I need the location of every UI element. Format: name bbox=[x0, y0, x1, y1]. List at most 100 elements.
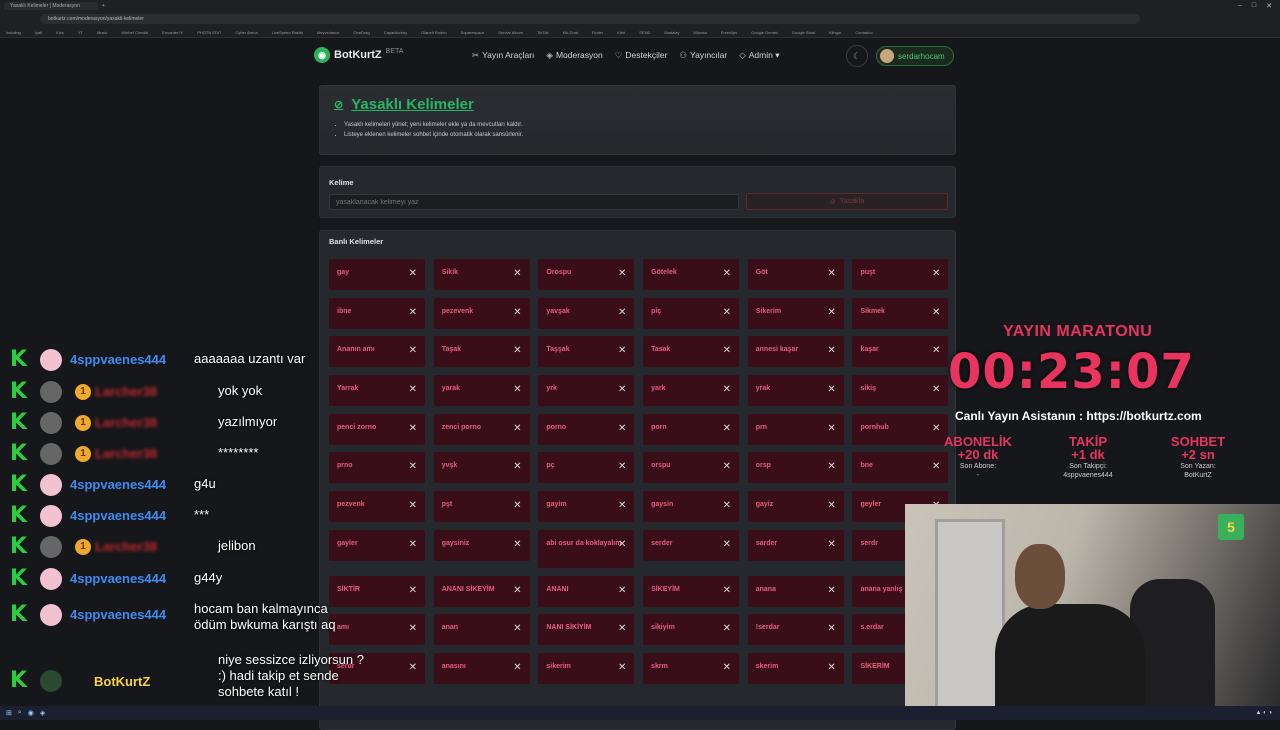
maximize-icon[interactable]: □ bbox=[1252, 2, 1256, 10]
remove-icon[interactable]: ✕ bbox=[513, 585, 521, 596]
remove-icon[interactable]: ✕ bbox=[618, 500, 626, 511]
remove-icon[interactable]: ✕ bbox=[723, 423, 731, 434]
remove-icon[interactable]: ✕ bbox=[409, 585, 417, 596]
bookmark-item[interactable]: OneDrag bbox=[354, 30, 370, 35]
bookmark-item[interactable]: Squarespace bbox=[461, 30, 485, 35]
bookmark-item[interactable]: Contadoo bbox=[855, 30, 872, 35]
new-tab-icon[interactable]: + bbox=[102, 3, 105, 9]
remove-icon[interactable]: ✕ bbox=[723, 623, 731, 634]
word-input[interactable] bbox=[329, 194, 739, 210]
remove-icon[interactable]: ✕ bbox=[513, 345, 521, 356]
url-text[interactable]: botkurtz.com/moderasyon/yasakli-kelimele… bbox=[40, 14, 1140, 24]
remove-icon[interactable]: ✕ bbox=[618, 268, 626, 279]
bookmark-item[interactable]: Flutter bbox=[592, 30, 603, 35]
remove-icon[interactable]: ✕ bbox=[932, 345, 940, 356]
bookmark-item[interactable]: YT bbox=[78, 30, 83, 35]
remove-icon[interactable]: ✕ bbox=[723, 268, 731, 279]
theme-toggle-icon[interactable]: ☾ bbox=[846, 45, 868, 67]
remove-icon[interactable]: ✕ bbox=[827, 307, 835, 318]
app-icon[interactable]: ◉ bbox=[28, 709, 34, 717]
bookmark-item[interactable]: PHOTN EDIT bbox=[197, 30, 221, 35]
remove-icon[interactable]: ✕ bbox=[827, 461, 835, 472]
remove-icon[interactable]: ✕ bbox=[723, 662, 731, 673]
remove-icon[interactable]: ✕ bbox=[827, 384, 835, 395]
bookmark-item[interactable]: Meyvedance bbox=[317, 30, 340, 35]
minimize-icon[interactable]: – bbox=[1238, 2, 1242, 10]
nav-item[interactable]: ◈ Moderasyon bbox=[546, 50, 602, 61]
remove-icon[interactable]: ✕ bbox=[723, 307, 731, 318]
remove-icon[interactable]: ✕ bbox=[618, 623, 626, 634]
bookmark-item[interactable]: Klingor bbox=[829, 30, 841, 35]
browser-tab[interactable]: Yasaklı Kelimeler | Moderasyon bbox=[4, 2, 98, 10]
close-icon[interactable]: ✕ bbox=[1266, 2, 1272, 10]
bookmark-item[interactable]: Freeclips bbox=[721, 30, 737, 35]
remove-icon[interactable]: ✕ bbox=[513, 268, 521, 279]
user-menu[interactable]: serdarhocam bbox=[876, 46, 954, 66]
app-icon[interactable]: ◈ bbox=[40, 709, 45, 717]
remove-icon[interactable]: ✕ bbox=[409, 307, 417, 318]
remove-icon[interactable]: ✕ bbox=[723, 539, 731, 550]
search-icon[interactable]: ⌕ bbox=[18, 709, 22, 717]
bookmark-item[interactable]: Capacitorkey bbox=[384, 30, 407, 35]
bookmark-item[interactable]: Kirbi bbox=[617, 30, 625, 35]
remove-icon[interactable]: ✕ bbox=[827, 423, 835, 434]
remove-icon[interactable]: ✕ bbox=[618, 384, 626, 395]
bookmark-item[interactable]: Envanter IY bbox=[162, 30, 183, 35]
nav-item[interactable]: ◇ Admin ▾ bbox=[739, 50, 779, 61]
remove-icon[interactable]: ✕ bbox=[723, 345, 731, 356]
bookmark-item[interactable]: Music bbox=[97, 30, 107, 35]
remove-icon[interactable]: ✕ bbox=[513, 461, 521, 472]
bookmark-item[interactable]: Google Slaat bbox=[792, 30, 815, 35]
remove-icon[interactable]: ✕ bbox=[409, 662, 417, 673]
remove-icon[interactable]: ✕ bbox=[827, 539, 835, 550]
remove-icon[interactable]: ✕ bbox=[513, 423, 521, 434]
remove-icon[interactable]: ✕ bbox=[827, 585, 835, 596]
remove-icon[interactable]: ✕ bbox=[513, 500, 521, 511]
remove-icon[interactable]: ✕ bbox=[827, 500, 835, 511]
bookmark-item[interactable]: Winbef Checkti bbox=[121, 30, 148, 35]
remove-icon[interactable]: ✕ bbox=[827, 268, 835, 279]
bookmark-item[interactable]: SEND bbox=[639, 30, 650, 35]
remove-icon[interactable]: ✕ bbox=[618, 345, 626, 356]
remove-icon[interactable]: ✕ bbox=[409, 423, 417, 434]
bookmark-item[interactable]: Instaling bbox=[6, 30, 21, 35]
remove-icon[interactable]: ✕ bbox=[723, 461, 731, 472]
bookmark-item[interactable]: LiveSpeed Rakibi bbox=[272, 30, 303, 35]
remove-icon[interactable]: ✕ bbox=[618, 307, 626, 318]
remove-icon[interactable]: ✕ bbox=[409, 461, 417, 472]
nav-item[interactable]: ✂ Yayın Araçları bbox=[472, 50, 534, 61]
remove-icon[interactable]: ✕ bbox=[409, 623, 417, 634]
remove-icon[interactable]: ✕ bbox=[723, 500, 731, 511]
bookmark-item[interactable]: TikTok bbox=[537, 30, 548, 35]
bookmark-item[interactable]: Madalay bbox=[664, 30, 679, 35]
bookmark-item[interactable]: İyafi bbox=[35, 30, 42, 35]
remove-icon[interactable]: ✕ bbox=[513, 623, 521, 634]
remove-icon[interactable]: ✕ bbox=[618, 423, 626, 434]
remove-icon[interactable]: ✕ bbox=[409, 345, 417, 356]
remove-icon[interactable]: ✕ bbox=[409, 539, 417, 550]
bookmark-item[interactable]: Kick bbox=[56, 30, 64, 35]
remove-icon[interactable]: ✕ bbox=[932, 307, 940, 318]
remove-icon[interactable]: ✕ bbox=[932, 423, 940, 434]
remove-icon[interactable]: ✕ bbox=[618, 662, 626, 673]
remove-icon[interactable]: ✕ bbox=[409, 268, 417, 279]
remove-icon[interactable]: ✕ bbox=[827, 623, 835, 634]
remove-icon[interactable]: ✕ bbox=[827, 662, 835, 673]
bookmark-item[interactable]: Servlar Album bbox=[498, 30, 523, 35]
address-bar[interactable]: botkurtz.com/moderasyon/yasakli-kelimele… bbox=[0, 12, 1280, 26]
remove-icon[interactable]: ✕ bbox=[827, 345, 835, 356]
remove-icon[interactable]: ✕ bbox=[618, 585, 626, 596]
remove-icon[interactable]: ✕ bbox=[932, 384, 940, 395]
remove-icon[interactable]: ✕ bbox=[409, 384, 417, 395]
remove-icon[interactable]: ✕ bbox=[409, 500, 417, 511]
remove-icon[interactable]: ✕ bbox=[723, 585, 731, 596]
start-icon[interactable]: ⊞ bbox=[6, 709, 12, 717]
remove-icon[interactable]: ✕ bbox=[932, 268, 940, 279]
brand[interactable]: ◉ BotKurtZ BETA bbox=[314, 47, 403, 63]
bookmark-item[interactable]: Google Gemini bbox=[751, 30, 778, 35]
bookmark-item[interactable]: Mümaa bbox=[694, 30, 707, 35]
remove-icon[interactable]: ✕ bbox=[513, 307, 521, 318]
nav-item[interactable]: ⚇ Yayıncılar bbox=[679, 50, 727, 61]
bookmark-item[interactable]: Olaneti Rodeo bbox=[421, 30, 447, 35]
remove-icon[interactable]: ✕ bbox=[513, 384, 521, 395]
